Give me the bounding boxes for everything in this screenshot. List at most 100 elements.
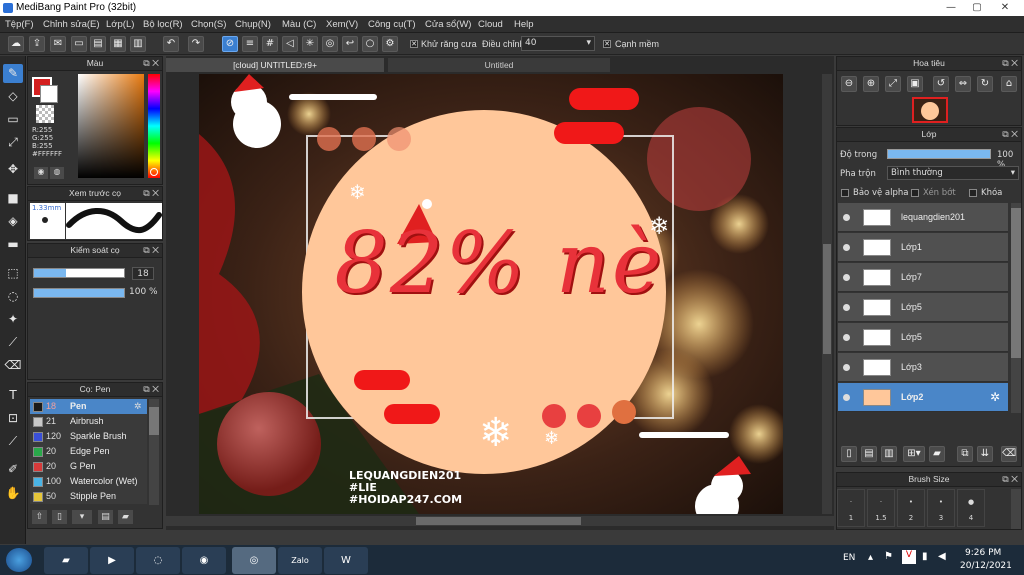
undo-icon[interactable]: ↶ [163, 36, 179, 52]
clock-time[interactable]: 9:26 PM [965, 548, 1001, 558]
eye-icon[interactable] [843, 394, 850, 401]
brush-size-option[interactable]: · 1 [837, 489, 865, 527]
word-icon[interactable]: W [324, 547, 368, 574]
delete-layer-icon[interactable]: ⌫ [1001, 446, 1017, 462]
vietkey-icon[interactable]: V [902, 550, 916, 564]
panel-close-icon[interactable]: ⧉ ✕ [1002, 473, 1018, 486]
snap-ellipse-icon[interactable]: ○ [362, 36, 378, 52]
panel-close-icon[interactable]: ⧉ ✕ [1002, 128, 1018, 141]
new-brush-icon[interactable]: ▯ [52, 510, 67, 524]
select-eraser-icon[interactable]: ⌫ [3, 356, 23, 375]
tab-cloud-untitled[interactable]: [cloud] UNTITLED:r9+ [166, 58, 384, 72]
brush-item[interactable]: 20 G Pen [30, 459, 147, 474]
eye-icon[interactable] [843, 244, 850, 251]
snap-circle-icon[interactable]: ◎ [322, 36, 338, 52]
maximize-button[interactable]: ▢ [966, 1, 988, 14]
adjust-dropdown[interactable]: 40 ▾ [521, 36, 595, 51]
vertical-scrollbar[interactable] [822, 74, 832, 514]
chrome-icon[interactable]: ◉ [182, 547, 226, 574]
duplicate-layer-icon[interactable]: ⧉ [957, 446, 973, 462]
layer-row[interactable]: Lớp2 ✲ [838, 383, 1008, 412]
dot-tool-icon[interactable]: ⤢ [3, 133, 23, 152]
clock-date[interactable]: 20/12/2021 [960, 561, 1012, 571]
hand-picker-icon[interactable]: ✐ [3, 460, 23, 479]
zoom-in-icon[interactable]: ⊕ [863, 76, 879, 92]
gear-icon[interactable]: ✲ [990, 390, 1000, 404]
layer-scrollbar[interactable] [1011, 203, 1021, 413]
snap-grid-icon[interactable]: # [262, 36, 278, 52]
brush-item[interactable]: 18 Pen ✲ [30, 399, 147, 414]
zoom-out-icon[interactable]: ⊖ [841, 76, 857, 92]
panel-close-icon[interactable]: ⧉ ✕ [1002, 57, 1018, 70]
brush-list-scrollbar[interactable] [149, 399, 159, 505]
palette-icon[interactable]: ◉ [34, 167, 48, 179]
eye-icon[interactable] [843, 334, 850, 341]
redo-icon[interactable]: ↷ [188, 36, 204, 52]
merge-down-icon[interactable]: ⇊ [977, 446, 993, 462]
menu-view[interactable]: Xem(V) [326, 19, 358, 30]
menu-window[interactable]: Cửa sổ(W) [425, 19, 471, 30]
menu-capture[interactable]: Chụp(N) [235, 19, 271, 30]
lasso-tool-icon[interactable]: ◌ [3, 287, 23, 306]
gradient-tool-icon[interactable]: ▬ [3, 235, 23, 254]
minimize-button[interactable]: — [940, 1, 962, 14]
gear-icon[interactable]: ✲ [134, 399, 142, 414]
flag-icon[interactable]: ⚑ [884, 551, 893, 562]
layer-row[interactable]: lequangdien201 [838, 203, 1008, 232]
hand-tool-icon[interactable]: ✋ [3, 484, 23, 503]
eyedropper-icon[interactable]: ⟋ [3, 432, 23, 451]
fit-icon[interactable]: ⤢ [885, 76, 901, 92]
brush-size-slider[interactable] [33, 268, 125, 278]
start-button-icon[interactable] [6, 548, 32, 572]
chat-icon[interactable]: ▭ [71, 36, 87, 52]
comment-icon[interactable]: ✉ [50, 36, 66, 52]
media-player-icon[interactable]: ▶ [90, 547, 134, 574]
rotate-left-icon[interactable]: ↺ [933, 76, 949, 92]
share-icon[interactable]: ⇪ [29, 36, 45, 52]
brush-size-option[interactable]: • 3 [927, 489, 955, 527]
brush-tool-icon[interactable]: ✎ [3, 64, 23, 83]
menu-layer[interactable]: Lớp(L) [106, 19, 134, 30]
lock-checkbox[interactable] [969, 189, 977, 197]
brush-settings-icon[interactable]: ▤ [98, 510, 113, 524]
eye-icon[interactable] [843, 214, 850, 221]
blend-mode-dropdown[interactable]: Bình thường ▾ [887, 166, 1019, 180]
layer-row[interactable]: Lớp1 [838, 233, 1008, 262]
layer-row[interactable]: Lớp5 [838, 293, 1008, 322]
select-pen-icon[interactable]: ⟋ [3, 333, 23, 352]
panel-close-icon[interactable]: ⧉ ✕ [143, 244, 159, 257]
secondary-color-swatch[interactable] [40, 85, 58, 103]
flip-icon[interactable]: ⇔ [955, 76, 971, 92]
brush-size-value[interactable]: 18 [132, 267, 154, 280]
menu-help[interactable]: Help [514, 19, 534, 30]
text-tool-icon[interactable]: T [3, 386, 23, 405]
cloud-icon[interactable]: ☁ [8, 36, 24, 52]
soft-edge-checkbox[interactable]: ✕ [603, 40, 611, 48]
zalo-icon[interactable]: Zalo [278, 547, 322, 574]
fill-rect-icon[interactable]: ■ [3, 189, 23, 208]
artwork-canvas[interactable]: ❄ ❄ ❄ ❄ 82% nè LEQUANGDIEN201 #LIE #HOIDAP247… [199, 74, 783, 514]
panel-close-icon[interactable]: ⧉ ✕ [143, 187, 159, 200]
menu-color[interactable]: Màu (C) [282, 19, 316, 30]
menu-filter[interactable]: Bộ lọc(R) [143, 19, 183, 30]
eraser-tool-icon[interactable]: ◇ [3, 87, 23, 106]
browser-icon[interactable]: ◌ [136, 547, 180, 574]
tab-untitled[interactable]: Untitled [388, 58, 610, 72]
brush-item[interactable]: 100 Watercolor (Wet) [30, 474, 147, 489]
horizontal-scrollbar[interactable] [166, 516, 834, 526]
menu-file[interactable]: Tệp(F) [5, 19, 34, 30]
rectangle-select-icon[interactable]: ▭ [3, 110, 23, 129]
reset-icon[interactable]: ⌂ [1001, 76, 1017, 92]
brush-item[interactable]: 120 Sparkle Brush [30, 429, 147, 444]
actual-size-icon[interactable]: ▣ [907, 76, 923, 92]
snap-perspective-icon[interactable]: ◁ [282, 36, 298, 52]
brush-size-option[interactable]: · 1.5 [867, 489, 895, 527]
brush-item[interactable]: 20 Edge Pen [30, 444, 147, 459]
menu-tools[interactable]: Công cụ(T) [368, 19, 416, 30]
snap-parallel-icon[interactable]: ≡ [242, 36, 258, 52]
layer-menu-icon[interactable]: ⊞▾ [903, 446, 925, 462]
menu-cloud[interactable]: Cloud [478, 19, 503, 30]
layer-opacity-slider[interactable] [887, 149, 991, 159]
close-button[interactable]: ✕ [994, 1, 1016, 14]
new-halftone-layer-icon[interactable]: ▤ [861, 446, 877, 462]
